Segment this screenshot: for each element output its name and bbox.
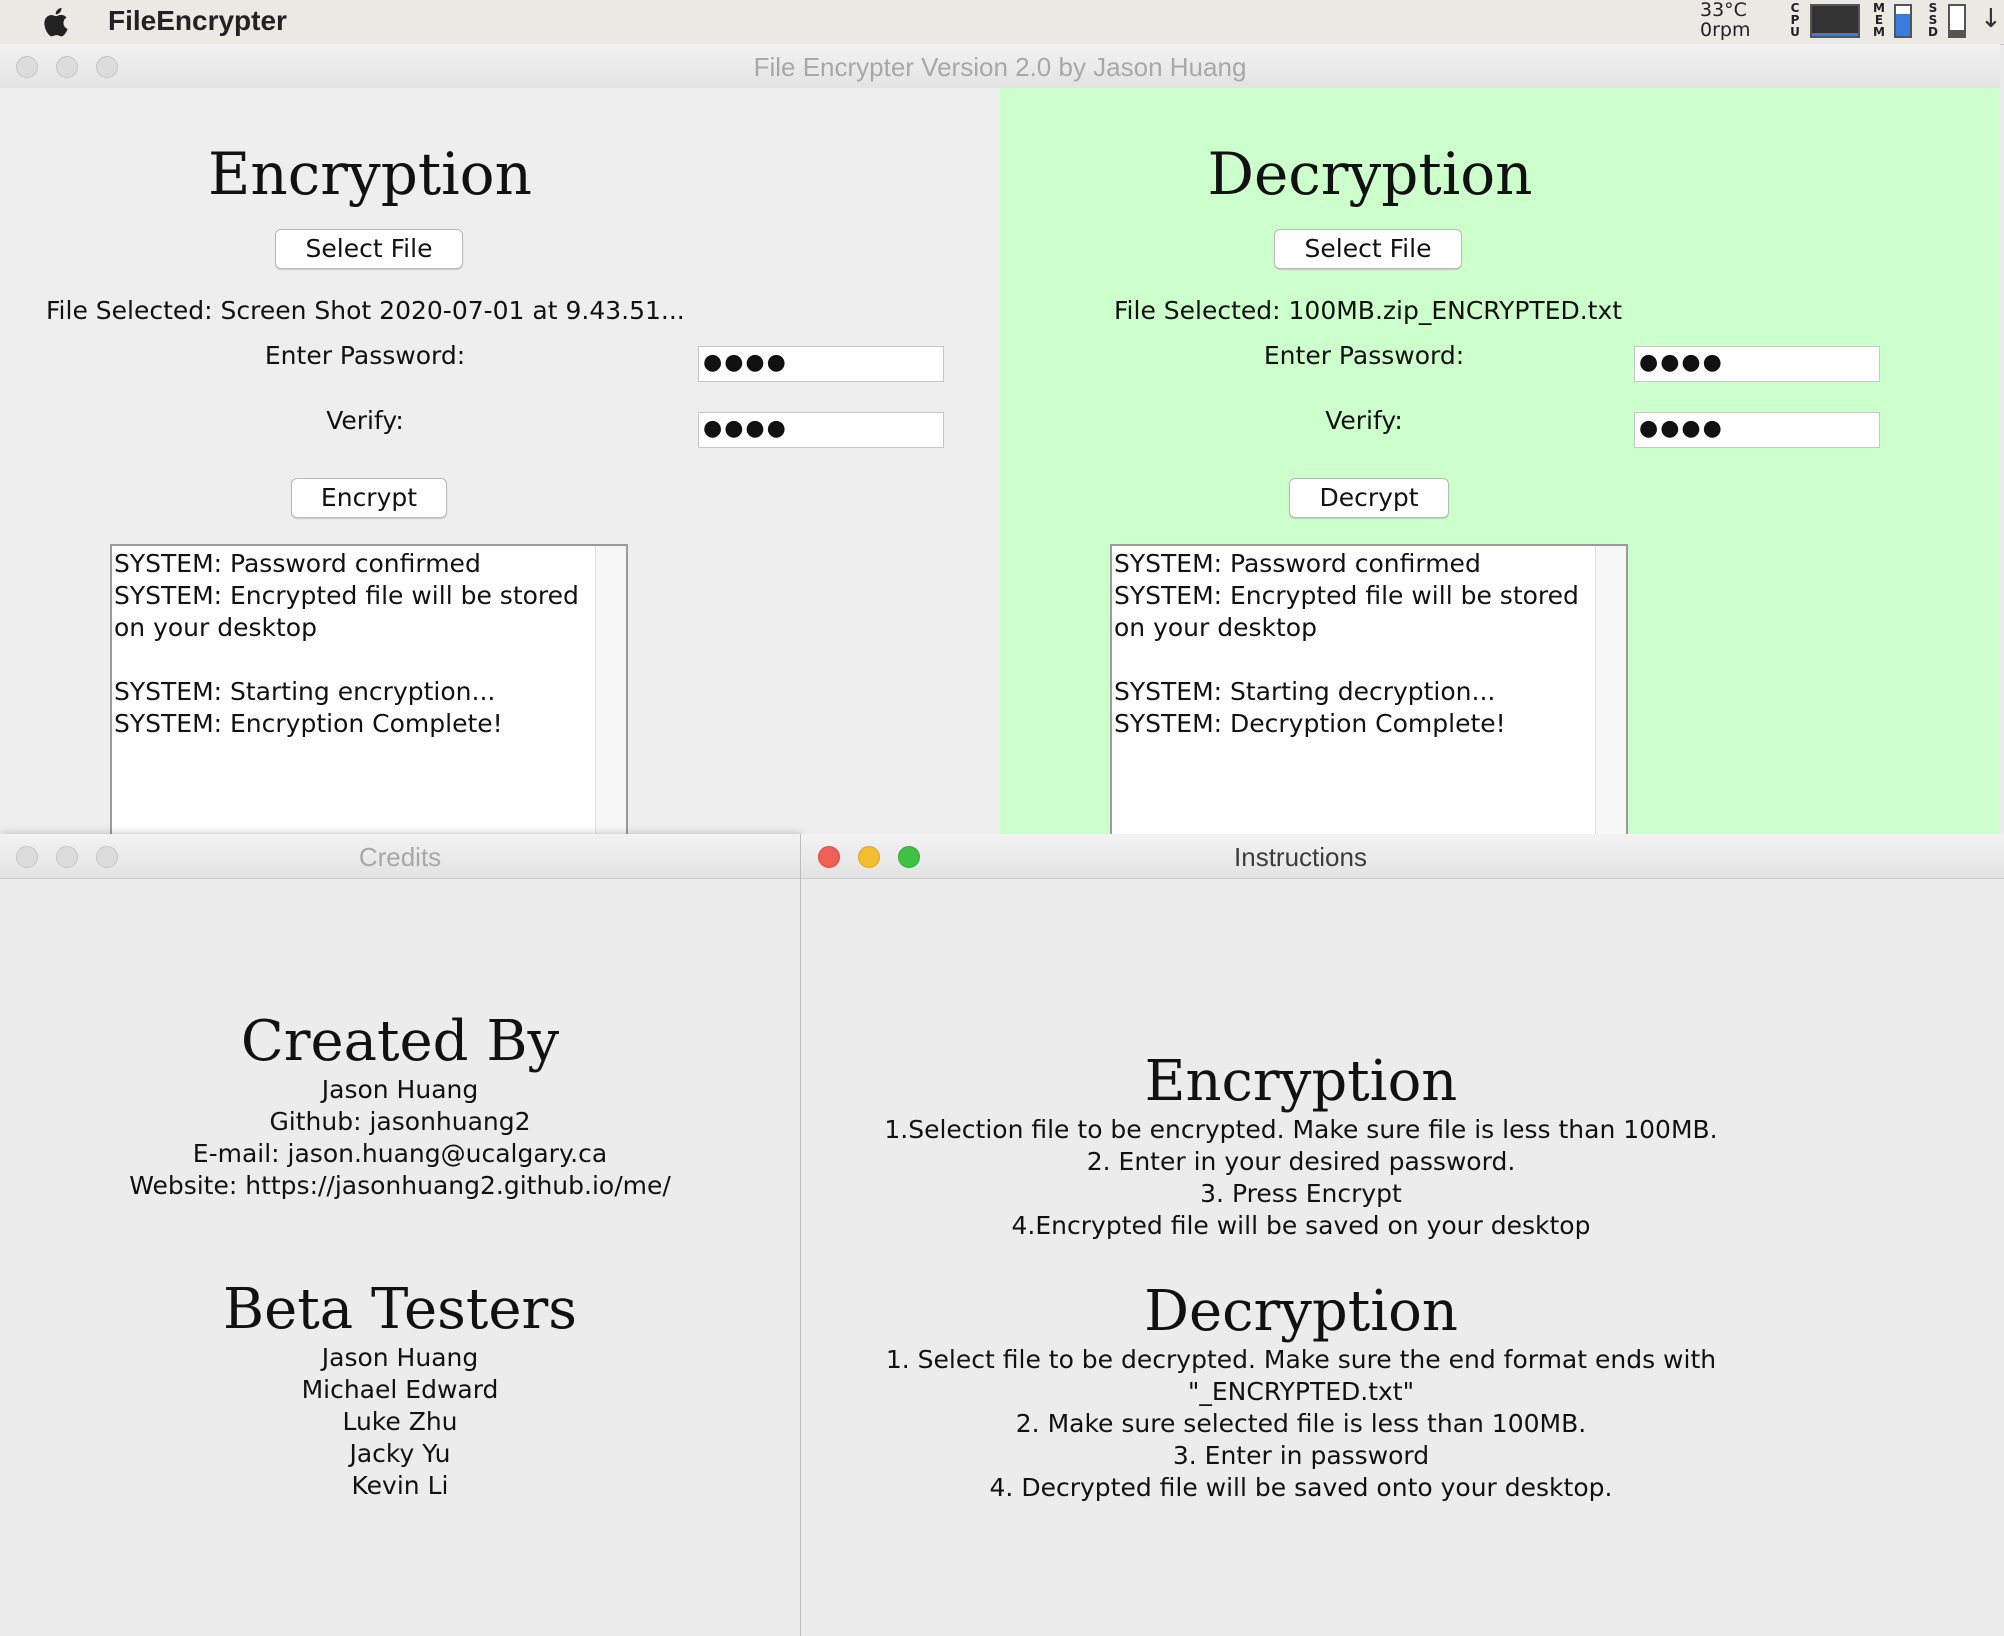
main-window: File Encrypter Version 2.0 by Jason Huan… [0,44,2000,924]
decrypt-button[interactable]: Decrypt [1289,478,1449,518]
beta-tester-item: Michael Edward [301,1375,499,1404]
encryption-verify-field[interactable]: ●●●● [698,412,944,448]
beta-testers-section: Beta Testers Jason Huang Michael Edward … [0,1278,800,1502]
instruction-step: 4.Encrypted file will be saved on your d… [1011,1211,1591,1240]
cpu-label: CPU [1790,1,1800,39]
encryption-log-scrollbar[interactable] [595,546,626,868]
main-window-title: File Encrypter Version 2.0 by Jason Huan… [753,52,1247,82]
decryption-log-scrollbar[interactable] [1595,546,1626,868]
cpu-graph[interactable] [1810,4,1860,38]
instruction-step: 4. Decrypted file will be saved onto you… [989,1473,1613,1502]
encryption-log-text: SYSTEM: Password confirmed SYSTEM: Encry… [114,549,579,738]
decryption-verify-label: Verify: [1325,406,1403,435]
credits-content: Created By Jason Huang Github: jasonhuan… [0,1010,800,1202]
credits-titlebar[interactable]: Credits [0,834,800,879]
encrypt-button[interactable]: Encrypt [291,478,447,518]
app-menu-name[interactable]: FileEncrypter [108,5,287,37]
mem-label: MEM [1873,1,1885,39]
encryption-file-selected-label: File Selected: Screen Shot 2020-07-01 at… [46,296,685,325]
menu-bar: FileEncrypter 33°C 0rpm CPU MEM SSD ↓ [0,0,2004,45]
instruction-step: 3. Enter in password [1172,1441,1430,1470]
credits-title: Credits [358,842,442,872]
instructions-title: Instructions [1234,842,1367,872]
credits-window: Credits Created By Jason Huang Github: j… [0,834,800,1636]
encryption-heading: Encryption [208,140,532,208]
instruction-step: 2. Make sure selected file is less than … [1015,1409,1587,1438]
instructions-decryption-heading: Decryption [1144,1279,1458,1344]
instructions-decryption-section: Decryption 1. Select file to be decrypte… [801,1280,1801,1504]
creator-github: Github: jasonhuang2 [269,1107,531,1136]
instruction-step: 1. Select file to be decrypted. Make sur… [885,1345,1717,1406]
creator-website: Website: https://jasonhuang2.github.io/m… [129,1171,671,1200]
temperature-text: 33°C [1700,0,1747,21]
beta-tester-item: Luke Zhu [342,1407,458,1436]
instruction-step: 3. Press Encrypt [1200,1179,1402,1208]
mem-gauge[interactable] [1894,4,1912,38]
created-by-heading: Created By [240,1009,560,1074]
instruction-step: 1.Selection file to be encrypted. Make s… [884,1115,1718,1144]
encryption-select-file-button[interactable]: Select File [275,229,463,269]
encryption-panel: Encryption Select File File Selected: Sc… [0,88,1000,880]
ssd-label: SSD [1928,1,1938,39]
creator-email: E-mail: jason.huang@ucalgary.ca [192,1139,608,1168]
decryption-panel: Decryption Select File File Selected: 10… [1000,88,2000,880]
instructions-window: Instructions Encryption 1.Selection file… [800,834,2004,1636]
decryption-log-textarea[interactable]: SYSTEM: Password confirmed SYSTEM: Encry… [1110,544,1628,870]
decryption-password-label: Enter Password: [1263,341,1465,370]
instructions-encryption-heading: Encryption [1144,1049,1458,1114]
decryption-password-field[interactable]: ●●●● [1634,346,1880,382]
instructions-titlebar[interactable]: Instructions [801,834,2004,879]
creator-name: Jason Huang [321,1075,479,1104]
fan-speed-text: 0rpm [1700,19,1751,41]
encryption-password-label: Enter Password: [264,341,466,370]
decryption-heading: Decryption [1207,140,1533,208]
beta-tester-item: Jason Huang [321,1343,479,1372]
beta-tester-item: Kevin Li [351,1471,449,1500]
apple-icon[interactable] [40,6,70,38]
download-arrow-icon[interactable]: ↓ [1980,4,2002,34]
decryption-log-text: SYSTEM: Password confirmed SYSTEM: Encry… [1114,549,1579,738]
encryption-log-textarea[interactable]: SYSTEM: Password confirmed SYSTEM: Encry… [110,544,628,870]
main-window-titlebar[interactable]: File Encrypter Version 2.0 by Jason Huan… [0,44,2000,89]
encryption-verify-label: Verify: [326,406,404,435]
encryption-password-field[interactable]: ●●●● [698,346,944,382]
sensor-readout[interactable]: 33°C 0rpm [1700,0,1750,40]
instructions-encryption-section: Encryption 1.Selection file to be encryp… [801,1050,1801,1242]
beta-tester-item: Jacky Yu [349,1439,451,1468]
beta-testers-heading: Beta Testers [222,1277,578,1342]
decryption-select-file-button[interactable]: Select File [1274,229,1462,269]
ssd-gauge[interactable] [1948,4,1966,38]
instruction-step: 2. Enter in your desired password. [1086,1147,1516,1176]
decryption-file-selected-label: File Selected: 100MB.zip_ENCRYPTED.txt [1114,296,1623,325]
decryption-verify-field[interactable]: ●●●● [1634,412,1880,448]
